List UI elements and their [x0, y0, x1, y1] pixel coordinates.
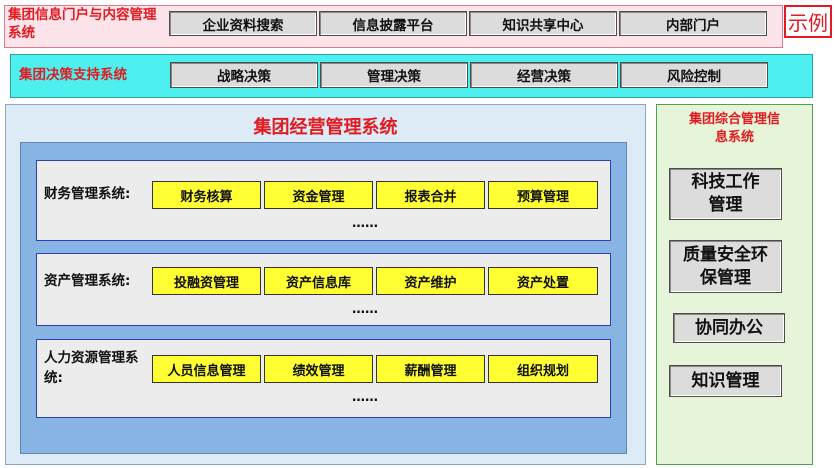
asset-item-investment[interactable]: 投融资管理: [152, 267, 261, 295]
side-item-knowledge[interactable]: 知识管理: [669, 365, 782, 397]
hr-panel-label: 人力资源管理系统:: [44, 350, 139, 386]
finance-panel-label: 财务管理系统:: [44, 186, 131, 202]
finance-item-funds[interactable]: 资金管理: [264, 181, 373, 209]
decision-title: 集团决策支持系统: [19, 67, 127, 83]
main-system-title: 集团经营管理系统: [253, 117, 398, 138]
finance-item-budget[interactable]: 预算管理: [488, 181, 598, 209]
hr-item-performance[interactable]: 绩效管理: [264, 355, 373, 383]
side-item-quality-safety[interactable]: 质量安全环保管理: [669, 240, 782, 293]
side-item-technology-label: 科技工作管理: [691, 172, 760, 215]
asset-item-maintenance[interactable]: 资产维护: [376, 267, 485, 295]
decision-item-risk[interactable]: 风险控制: [620, 62, 768, 88]
hr-more: ……: [352, 390, 378, 405]
hr-item-organization[interactable]: 组织规划: [488, 355, 598, 383]
hr-item-personnel[interactable]: 人员信息管理: [152, 355, 261, 383]
decision-item-strategy[interactable]: 战略决策: [170, 62, 318, 88]
asset-item-disposal[interactable]: 资产处置: [488, 267, 598, 295]
portal-item-internal[interactable]: 内部门户: [619, 11, 767, 36]
finance-item-consolidation[interactable]: 报表合并: [376, 181, 485, 209]
side-item-technology[interactable]: 科技工作管理: [669, 168, 782, 220]
portal-title: 集团信息门户与内容管理系统: [8, 7, 157, 41]
hr-item-salary[interactable]: 薪酬管理: [376, 355, 485, 383]
finance-item-accounting[interactable]: 财务核算: [152, 181, 261, 209]
decision-item-management[interactable]: 管理决策: [320, 62, 468, 88]
decision-item-operation[interactable]: 经营决策: [470, 62, 618, 88]
side-item-collaboration[interactable]: 协同办公: [673, 313, 785, 343]
example-label: 示例: [784, 5, 832, 38]
asset-item-database[interactable]: 资产信息库: [264, 267, 373, 295]
side-system-title-text: 集团综合管理信息系统: [688, 112, 780, 145]
asset-more: ……: [352, 302, 378, 317]
side-system-title: 集团综合管理信息系统: [656, 111, 813, 147]
portal-item-search[interactable]: 企业资料搜索: [169, 11, 317, 36]
side-item-quality-safety-label: 质量安全环保管理: [683, 244, 768, 288]
finance-more: ……: [352, 216, 378, 231]
asset-panel-label: 资产管理系统:: [44, 273, 131, 289]
portal-item-knowledge[interactable]: 知识共享中心: [469, 11, 617, 36]
portal-item-disclosure[interactable]: 信息披露平台: [319, 11, 467, 36]
